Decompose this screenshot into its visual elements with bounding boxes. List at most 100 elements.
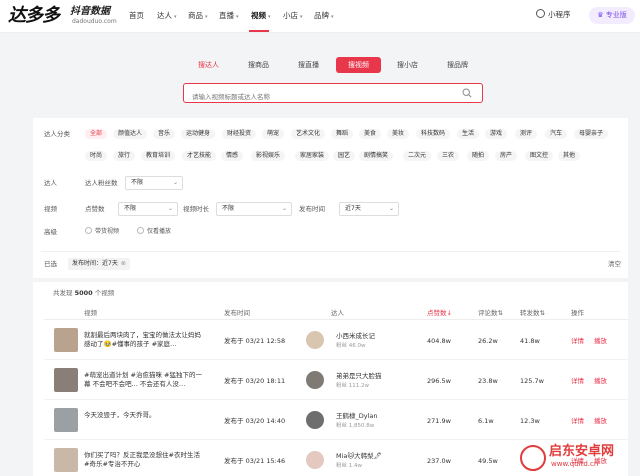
category-chip[interactable]: 其他 (558, 151, 581, 161)
category-chip[interactable]: 才艺技能 (182, 151, 217, 161)
category-chip[interactable]: 家居家装 (295, 151, 330, 161)
category-chip[interactable]: 游戏 (485, 129, 508, 139)
avatar[interactable] (306, 411, 324, 429)
advanced-label: 高级 (44, 228, 57, 236)
tab-search-shop[interactable]: 搜小店 (385, 57, 430, 73)
search-icon[interactable] (462, 88, 472, 98)
chevron-down-icon: ▾ (236, 14, 239, 20)
category-chip[interactable]: 音乐 (153, 129, 176, 139)
nav-item-home[interactable]: 首页 (129, 10, 144, 22)
category-chip[interactable]: 剧情搞笑 (359, 151, 394, 161)
detail-link[interactable]: 详情 (571, 416, 584, 426)
category-chip[interactable]: 全部 (85, 129, 108, 139)
video-title[interactable]: 你们买了吗？反正我是没想住#衣时生活 #奇乐#专治不开心 (84, 451, 204, 469)
chevron-down-icon: ▾ (205, 14, 208, 20)
nav-item-goods[interactable]: 商品 ▾ (188, 10, 208, 23)
close-icon[interactable]: ⊗ (121, 260, 126, 267)
pro-label: 专业版 (605, 11, 627, 19)
video-title[interactable]: 今天没毁子，今天乔哥。 (84, 411, 204, 429)
chevron-down-icon: ⌄ (167, 205, 173, 212)
category-chip[interactable]: 美食 (359, 129, 382, 139)
category-chip[interactable]: 科技数码 (416, 129, 451, 139)
video-thumbnail[interactable] (54, 368, 78, 392)
nav-item-live[interactable]: 直播 ▾ (219, 10, 239, 23)
clear-button[interactable]: 清空 (608, 259, 621, 269)
search-input[interactable] (192, 88, 452, 106)
category-chip[interactable]: 颜值达人 (113, 129, 148, 139)
kol-name[interactable]: 弟弟是只大脸猫 (336, 372, 382, 381)
fans-value: 不限 (131, 179, 144, 186)
results-count: 共发现 5000 个视频 (53, 288, 114, 298)
nav-item-video[interactable]: 视频 ▾ (251, 10, 271, 23)
nav-label: 视频 (251, 11, 266, 20)
video-thumbnail[interactable] (54, 448, 78, 472)
category-chip[interactable]: 运动健身 (181, 129, 216, 139)
category-chip[interactable]: 二次元 (403, 151, 432, 161)
video-thumbnail[interactable] (54, 408, 78, 432)
nav-item-kol[interactable]: 达人 ▾ (157, 10, 177, 23)
category-chip[interactable]: 美妆 (387, 129, 410, 139)
category-chip[interactable]: 情感 (221, 151, 244, 161)
chevron-down-icon: ⌄ (172, 179, 178, 186)
detail-link[interactable]: 详情 (571, 376, 584, 386)
watermark-title: 启东安卓网 (549, 444, 615, 459)
radio-selling-videos[interactable]: 带货视频 (85, 227, 119, 237)
col-shares[interactable]: 转发数⇅ (520, 308, 545, 318)
avatar[interactable] (306, 331, 324, 349)
publish-time: 发布于 03/20 14:40 (224, 417, 286, 425)
pro-badge[interactable]: ♛ 专业版 (589, 7, 635, 24)
nav-label: 品牌 (314, 11, 329, 20)
category-chip[interactable]: 影视娱乐 (251, 151, 286, 161)
kol-name[interactable]: Mia🐱大韩梨🖊 (336, 452, 382, 461)
selected-tag[interactable]: 发布时间：近7天 ⊗ (68, 258, 130, 270)
tab-search-goods[interactable]: 搜商品 (236, 57, 281, 73)
nav-item-brand[interactable]: 品牌 ▾ (314, 10, 334, 23)
category-chip[interactable]: 旅行 (113, 151, 136, 161)
chevron-down-icon: ⌄ (281, 205, 287, 212)
likes-select[interactable]: 不限 ⌄ (118, 202, 178, 216)
play-link[interactable]: 播放 (594, 376, 607, 386)
col-likes[interactable]: 点赞数↓ (427, 308, 452, 318)
category-chip[interactable]: 随拍 (467, 151, 490, 161)
fans-select[interactable]: 不限 ⌄ (125, 176, 183, 190)
nav-item-shop[interactable]: 小店 ▾ (283, 10, 303, 23)
category-chip[interactable]: 时尚 (85, 151, 108, 161)
tab-search-live[interactable]: 搜直播 (286, 57, 331, 73)
category-chip[interactable]: 园艺 (333, 151, 356, 161)
tab-search-brand[interactable]: 搜品牌 (435, 57, 480, 73)
fans-label: 达人粉丝数 (85, 179, 118, 187)
radio-icon (85, 227, 92, 234)
kol-name[interactable]: 小西米成长记 (336, 332, 375, 341)
category-chip[interactable]: 母婴亲子 (574, 129, 609, 139)
tab-search-video[interactable]: 搜视频 (336, 57, 381, 73)
radio-play-only[interactable]: 仅看播放 (137, 227, 171, 237)
category-chip[interactable]: 舞蹈 (331, 129, 354, 139)
col-comments[interactable]: 评论数⇅ (478, 308, 503, 318)
category-chip[interactable]: 艺术文化 (291, 129, 326, 139)
video-title[interactable]: #萌宠出道计划 #治愈猫咪 #猛独下的一幕 不会吧不会吧... 不会还有人没… (84, 371, 204, 389)
category-chip[interactable]: 教育培训 (141, 151, 176, 161)
likes-value: 237.0w (427, 457, 451, 465)
category-chip[interactable]: 房产 (495, 151, 518, 161)
category-chip[interactable]: 测评 (515, 129, 538, 139)
play-link[interactable]: 播放 (594, 416, 607, 426)
video-title[interactable]: 就割最后两块肉了，宝宝的做法太让妈妈感动了🥹#懂事的孩子 #家庭… (84, 331, 204, 349)
comments-value: 6.1w (478, 417, 494, 425)
tab-search-kol[interactable]: 搜达人 (186, 57, 231, 73)
detail-link[interactable]: 详情 (571, 336, 584, 346)
category-chip[interactable]: 汽车 (545, 129, 568, 139)
play-link[interactable]: 播放 (594, 336, 607, 346)
publish-time-select[interactable]: 近7天 ⌄ (339, 202, 399, 216)
avatar[interactable] (306, 451, 324, 469)
category-chip[interactable]: 财经投资 (222, 129, 257, 139)
category-chip[interactable]: 萌宠 (262, 129, 285, 139)
results-count-prefix: 共发现 (53, 289, 73, 297)
mini-program-button[interactable]: 小程序 (536, 9, 571, 21)
category-chip[interactable]: 三农 (437, 151, 460, 161)
category-chip[interactable]: 图文控 (525, 151, 554, 161)
category-chip[interactable]: 生活 (457, 129, 480, 139)
video-thumbnail[interactable] (54, 328, 78, 352)
duration-select[interactable]: 不限 ⌄ (216, 202, 292, 216)
kol-name[interactable]: 王鹤棣_Dylan (336, 412, 378, 421)
avatar[interactable] (306, 371, 324, 389)
